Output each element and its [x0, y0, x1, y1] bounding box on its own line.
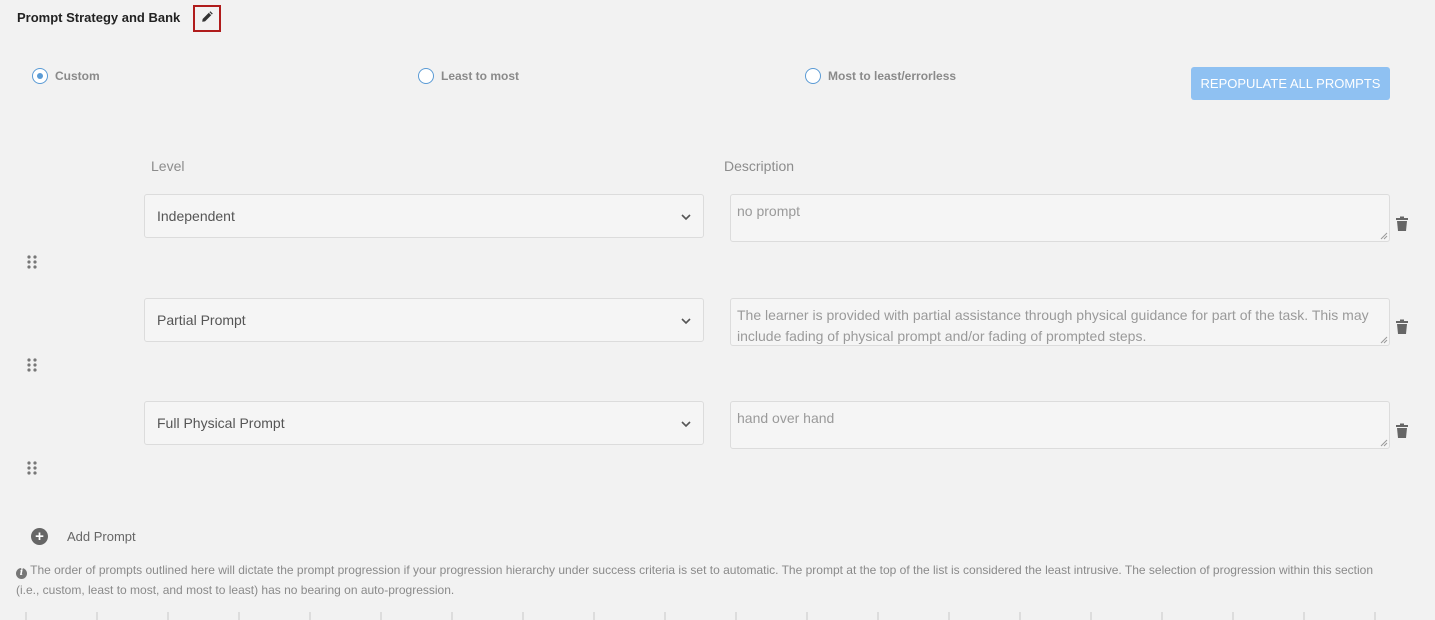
chevron-down-icon — [681, 415, 691, 431]
resize-grip-icon[interactable] — [1380, 336, 1388, 344]
radio-most-to-least-indicator — [805, 68, 821, 84]
drag-handle-icon[interactable] — [26, 254, 38, 270]
trash-icon[interactable] — [1395, 423, 1409, 439]
chevron-down-icon — [681, 208, 691, 224]
resize-grip-icon[interactable] — [1380, 439, 1388, 447]
prompt-level-select[interactable]: Partial Prompt — [144, 298, 704, 342]
radio-least-to-most-label: Least to most — [441, 69, 520, 83]
prompt-description-textarea[interactable]: The learner is provided with partial ass… — [730, 298, 1390, 346]
info-note-text: The order of prompts outlined here will … — [16, 563, 1374, 597]
prompt-level-select[interactable]: Full Physical Prompt — [144, 401, 704, 445]
resize-grip-icon[interactable] — [1380, 232, 1388, 240]
drag-handle-icon[interactable] — [26, 460, 38, 476]
radio-most-to-least[interactable]: Most to least/errorless — [805, 68, 956, 84]
add-prompt-button[interactable]: + Add Prompt — [31, 528, 136, 545]
table-edge-ticks — [25, 612, 1376, 620]
radio-custom[interactable]: Custom — [32, 68, 100, 84]
prompt-description-value: no prompt — [737, 203, 801, 219]
chevron-down-icon — [681, 312, 691, 328]
prompt-level-value: Partial Prompt — [157, 312, 246, 328]
prompt-description-value: The learner is provided with partial ass… — [737, 307, 1369, 344]
trash-icon[interactable] — [1395, 319, 1409, 335]
level-column-header: Level — [151, 158, 185, 174]
prompt-description-textarea[interactable]: hand over hand — [730, 401, 1390, 449]
repopulate-all-prompts-button[interactable]: REPOPULATE ALL PROMPTS — [1191, 67, 1390, 100]
drag-handle-icon[interactable] — [26, 357, 38, 373]
prompt-description-textarea[interactable]: no prompt — [730, 194, 1390, 242]
add-prompt-label: Add Prompt — [67, 529, 136, 544]
radio-most-to-least-label: Most to least/errorless — [828, 69, 957, 83]
radio-custom-label: Custom — [55, 69, 100, 83]
info-icon: i — [16, 568, 27, 579]
section-title-text: Prompt Strategy and Bank — [17, 10, 181, 25]
radio-least-to-most-indicator — [418, 68, 434, 84]
description-column-header: Description — [724, 158, 795, 174]
trash-icon[interactable] — [1395, 216, 1409, 232]
section-title: Prompt Strategy and Bank — [17, 10, 180, 25]
radio-custom-indicator — [32, 68, 48, 84]
radio-least-to-most[interactable]: Least to most — [418, 68, 519, 84]
prompt-level-select[interactable]: Independent — [144, 194, 704, 238]
info-note: i The order of prompts outlined here wil… — [16, 560, 1386, 600]
prompt-description-value: hand over hand — [737, 410, 835, 426]
pencil-icon — [201, 10, 214, 28]
plus-circle-icon: + — [31, 528, 48, 545]
prompt-level-value: Independent — [157, 208, 235, 224]
edit-title-button[interactable] — [193, 5, 221, 32]
prompt-level-value: Full Physical Prompt — [157, 415, 285, 431]
